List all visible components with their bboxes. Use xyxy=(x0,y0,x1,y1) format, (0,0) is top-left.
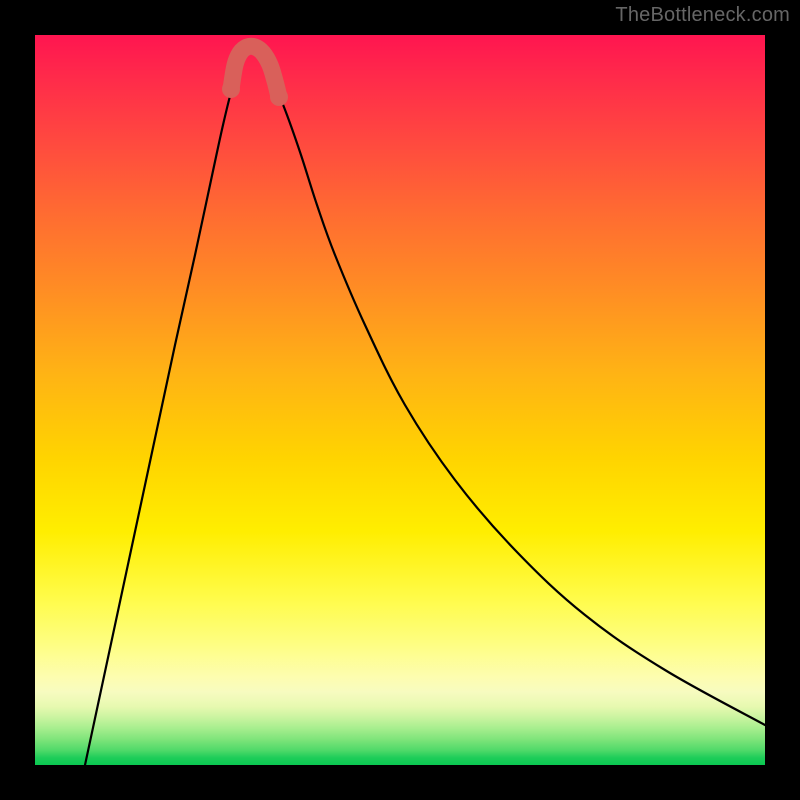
bottleneck-curve xyxy=(85,52,765,765)
optimal-endpoint-right xyxy=(270,88,288,106)
watermark-text: TheBottleneck.com xyxy=(615,4,790,27)
curve-layer xyxy=(35,35,765,765)
optimal-endpoint-left xyxy=(222,80,240,98)
chart-frame: TheBottleneck.com xyxy=(0,0,800,800)
plot-area xyxy=(35,35,765,765)
